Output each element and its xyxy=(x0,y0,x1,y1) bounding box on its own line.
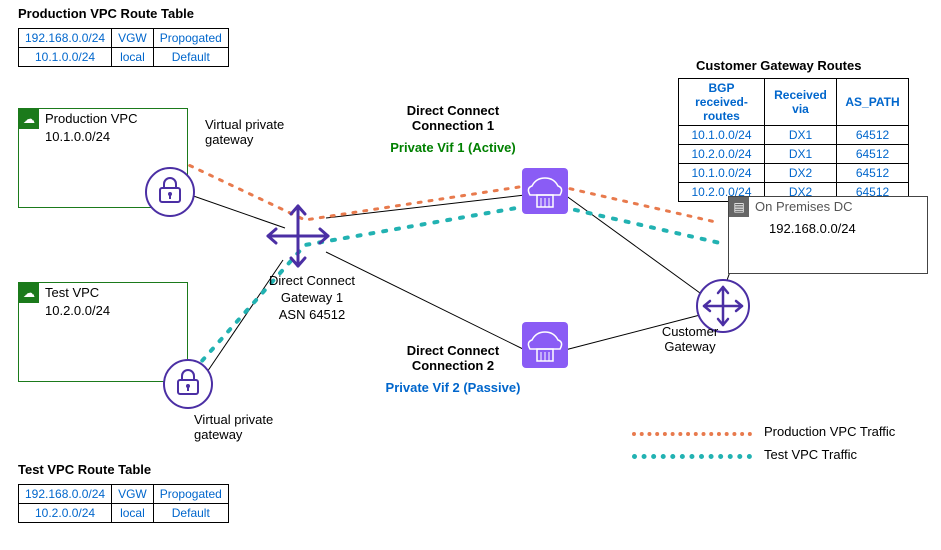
cgw-table-title: Customer Gateway Routes xyxy=(696,58,861,73)
legend-prod-label: Production VPC Traffic xyxy=(764,424,895,439)
dxgw-label: Direct Connect Gateway 1 ASN 64512 xyxy=(252,273,372,324)
c: DX2 xyxy=(765,164,837,183)
legend-prod-line xyxy=(632,432,752,436)
test-vpc-name: Test VPC xyxy=(45,285,99,300)
vgw2-label: Virtual private gateway xyxy=(194,412,284,442)
vgw-icon xyxy=(162,358,214,410)
c: DX1 xyxy=(765,126,837,145)
onprem-cidr: 192.168.0.0/24 xyxy=(769,221,856,236)
dx2-vif: Private Vif 2 (Passive) xyxy=(378,380,528,395)
c: 10.1.0.0/24 xyxy=(679,164,765,183)
h: BGP received-routes xyxy=(679,79,765,126)
cell: Default xyxy=(153,48,228,67)
c: 64512 xyxy=(837,126,909,145)
prod-vpc-name: Production VPC xyxy=(45,111,138,126)
cell: VGW xyxy=(112,29,154,48)
onprem-box: ▤ On Premises DC 192.168.0.0/24 xyxy=(728,196,928,274)
cgw-table: BGP received-routes Received via AS_PATH… xyxy=(678,78,909,202)
test-vpc-cidr: 10.2.0.0/24 xyxy=(45,303,110,318)
cell: local xyxy=(112,504,154,523)
dxgw-line3: ASN 64512 xyxy=(279,307,346,322)
c: 10.1.0.0/24 xyxy=(679,126,765,145)
h: AS_PATH xyxy=(837,79,909,126)
cell: 10.1.0.0/24 xyxy=(19,48,112,67)
legend-test-label: Test VPC Traffic xyxy=(764,447,857,462)
legend-test-line xyxy=(632,454,752,459)
dx-port-icon xyxy=(522,168,568,214)
dx1-vif: Private Vif 1 (Active) xyxy=(378,140,528,155)
cell: Default xyxy=(153,504,228,523)
test-route-table-title: Test VPC Route Table xyxy=(18,462,151,477)
cell: Propogated xyxy=(153,485,228,504)
prod-route-table-title: Production VPC Route Table xyxy=(18,6,194,21)
c: DX1 xyxy=(765,145,837,164)
prod-vpc-cidr: 10.1.0.0/24 xyxy=(45,129,110,144)
dxgw-line2: Gateway 1 xyxy=(281,290,343,305)
cell: 192.168.0.0/24 xyxy=(19,29,112,48)
c: 10.2.0.0/24 xyxy=(679,145,765,164)
cloud-icon: ☁ xyxy=(19,283,39,303)
h: Received via xyxy=(765,79,837,126)
prod-route-table: 192.168.0.0/24 VGW Propogated 10.1.0.0/2… xyxy=(18,28,229,67)
c: 64512 xyxy=(837,164,909,183)
dx-port-icon xyxy=(522,322,568,368)
dxgw-icon xyxy=(262,200,334,272)
test-route-table: 192.168.0.0/24 VGW Propogated 10.2.0.0/2… xyxy=(18,484,229,523)
cell: 10.2.0.0/24 xyxy=(19,504,112,523)
cgw-label: Customer Gateway xyxy=(655,324,725,354)
cell: VGW xyxy=(112,485,154,504)
dx1-title: Direct Connect Connection 1 xyxy=(378,103,528,133)
vgw1-label: Virtual private gateway xyxy=(205,117,295,147)
c: 64512 xyxy=(837,145,909,164)
dx2-title: Direct Connect Connection 2 xyxy=(378,343,528,373)
vgw-icon xyxy=(144,166,196,218)
cell: 192.168.0.0/24 xyxy=(19,485,112,504)
onprem-name: On Premises DC xyxy=(755,199,853,214)
cell: local xyxy=(112,48,154,67)
cloud-icon: ☁ xyxy=(19,109,39,129)
cell: Propogated xyxy=(153,29,228,48)
dxgw-line1: Direct Connect xyxy=(269,273,355,288)
server-icon: ▤ xyxy=(729,197,749,217)
